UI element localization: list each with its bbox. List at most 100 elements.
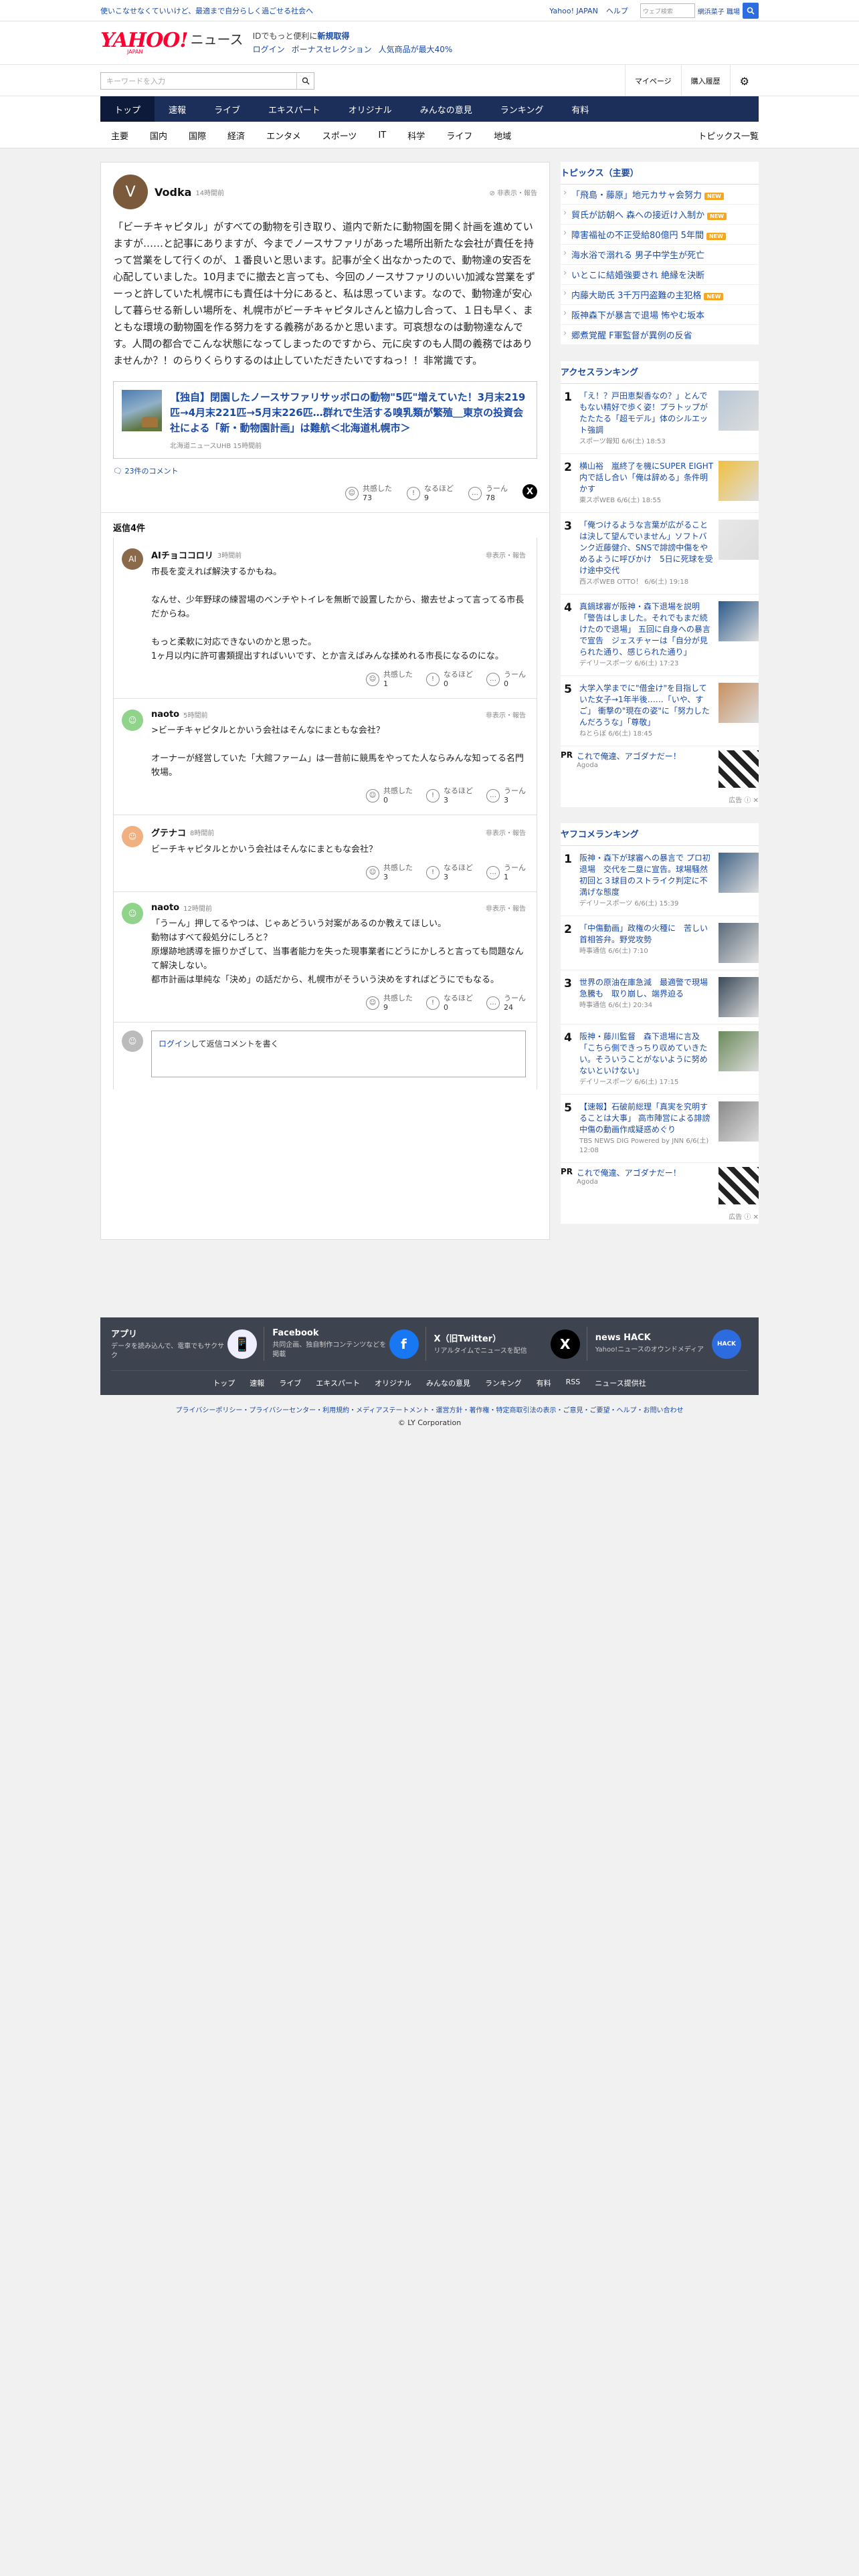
article-card[interactable]: 【独自】閉園したノースサファリサッポロの動物"5匹"増えていた！3月末219匹→…	[113, 381, 537, 459]
reply-report-link[interactable]: 非表示・報告	[486, 903, 526, 913]
username[interactable]: Vodka	[155, 186, 191, 199]
ranking-thumbnail[interactable]	[719, 923, 759, 963]
web-search-input[interactable]: ウェブ検索	[640, 3, 695, 18]
help-link[interactable]: ヘルプ	[606, 5, 628, 16]
uun-button[interactable]: … うーん 78	[468, 484, 508, 503]
ranking-text[interactable]: 横山裕 嵐終了を機にSUPER EIGHT内で話し合い「俺は辞める」条件明かす東…	[575, 461, 719, 506]
naruhodo-button[interactable]: ! なるほど 3	[426, 863, 473, 882]
ranking-item[interactable]: 4 阪神・藤川監督 森下退場に言及「こちら側できっちり収めていきたい。そういうこと…	[561, 1025, 759, 1095]
footer-card-icon[interactable]: HACK	[712, 1329, 741, 1359]
reply-username[interactable]: naoto	[151, 710, 179, 720]
ranking-thumbnail[interactable]	[719, 601, 759, 641]
pr-text[interactable]: これで俺違、アゴダナだー！	[577, 1167, 719, 1178]
ranking-thumbnail[interactable]	[719, 461, 759, 501]
ranking-item[interactable]: 5 【速報】石破前総理「真実を究明することは大事」 高市陣営による誹謗中傷の動画作…	[561, 1095, 759, 1163]
pr-item[interactable]: PR これで俺違、アゴダナだー！ Agoda	[561, 746, 759, 792]
topic-item[interactable]: 「飛島・藤原」地元カサャ会努力NEW	[561, 185, 759, 205]
topic-item[interactable]: 障害福祉の不正受給80億円 5年間NEW	[561, 225, 759, 245]
ranking-title[interactable]: 世界の原油在庫急減 最適警で現場急騰も 取り崩し、端界迫る	[579, 977, 714, 1000]
ranking-title[interactable]: 【速報】石破前総理「真実を究明することは大事」 高市陣営による誹謗中傷の動画作成…	[579, 1101, 714, 1136]
topic-item[interactable]: 内藤大助氏 3千万円盗難の主犯格NEW	[561, 285, 759, 305]
footer-card-title[interactable]: X（旧Twitter）	[434, 1331, 551, 1344]
category-science[interactable]: 科学	[397, 129, 436, 142]
ranking-text[interactable]: 「俺つけるような言葉が広がることは決して望んでいません」ソフトバンク近藤健介、S…	[575, 520, 719, 587]
ranking-title[interactable]: 阪神・森下が球審への暴言で プロ初退場 交代を二塁に宣告。球場騒然 初回と３球目…	[579, 853, 716, 898]
ranking-thumbnail[interactable]	[719, 1031, 759, 1071]
footer-card[interactable]: アプリ データを読み込んで、電車でもサクサク 📱	[111, 1327, 265, 1361]
topic-text[interactable]: 海水浴で溺れる 男子中学生が死亡	[571, 251, 704, 261]
ranking-thumbnail[interactable]	[719, 977, 759, 1017]
footer-link[interactable]: エキスパート	[316, 1378, 360, 1388]
category-entertainment[interactable]: エンタメ	[256, 129, 312, 142]
nav-tab-top[interactable]: トップ	[100, 96, 155, 122]
reply-count[interactable]: 返信4件	[101, 513, 549, 538]
nav-tab-expert[interactable]: エキスパート	[254, 96, 335, 122]
footer-link[interactable]: 速報	[250, 1378, 264, 1388]
footer-link[interactable]: ニュース提供社	[595, 1378, 646, 1388]
footer-link[interactable]: ライブ	[279, 1378, 301, 1388]
reply-report-link[interactable]: 非表示・報告	[486, 710, 526, 720]
ranking-title[interactable]: 真鍋球審が阪神・森下退場を説明「警告はしました。それでもまだ続けたので退場」 五…	[579, 601, 714, 658]
topic-item[interactable]: 海水浴で溺れる 男子中学生が死亡	[561, 245, 759, 265]
footer-card-icon[interactable]: 📱	[227, 1329, 258, 1359]
ranking-thumbnail[interactable]	[719, 683, 759, 723]
footer-link[interactable]: ランキング	[485, 1378, 522, 1388]
empathy-button[interactable]: ☺ 共感した 3	[366, 863, 413, 882]
topic-item[interactable]: 阪神森下が暴言で退場 怖やむ坂本	[561, 305, 759, 325]
login-link[interactable]: ログイン	[253, 45, 285, 54]
ranking-thumbnail[interactable]	[719, 520, 759, 560]
reply-avatar[interactable]: ☺	[122, 826, 143, 847]
reply-avatar[interactable]: ☺	[122, 710, 143, 731]
topic-text[interactable]: いとこに結婚強要され 絶縁を決断	[571, 271, 704, 281]
category-world[interactable]: 国際	[178, 129, 217, 142]
ranking-title[interactable]: 「中傷動画」政権の火種に 苦しい首相答弁。野党攻勢	[579, 923, 714, 946]
ranking-text[interactable]: 【速報】石破前総理「真実を究明することは大事」 高市陣営による誹謗中傷の動画作成…	[575, 1101, 719, 1156]
ranking-item[interactable]: 4 真鍋球審が阪神・森下退場を説明「警告はしました。それでもまだ続けたので退場」 …	[561, 595, 759, 676]
ranking-text[interactable]: 真鍋球審が阪神・森下退場を説明「警告はしました。それでもまだ続けたので退場」 五…	[575, 601, 719, 669]
legal-links[interactable]: プライバシーポリシー・プライバシーセンター・利用規約・メディアステートメント・運…	[100, 1404, 759, 1414]
bonus-link[interactable]: ボーナスセレクション	[292, 45, 372, 54]
nav-tab-breaking[interactable]: 速報	[155, 96, 200, 122]
reply-report-link[interactable]: 非表示・報告	[486, 827, 526, 837]
naruhodo-button[interactable]: ! なるほど 0	[426, 994, 473, 1012]
topic-text[interactable]: 阪神森下が暴言で退場 怖やむ坂本	[571, 311, 704, 321]
reply-username[interactable]: AIチョココロリ	[151, 548, 213, 561]
yahoo-logo[interactable]: YAHOO! JAPAN	[100, 31, 189, 55]
pr-item[interactable]: PR これで俺違、アゴダナだー！ Agoda	[561, 1163, 759, 1208]
topic-text[interactable]: 内藤大助氏 3千万円盗難の主犯格	[571, 291, 701, 301]
category-main[interactable]: 主要	[100, 129, 139, 142]
ranking-title[interactable]: 「え！？戸田恵梨香なの？」とんでもない精好で歩く姿！プラトップがたたたる「超モデ…	[579, 391, 714, 436]
footer-card-title[interactable]: アプリ	[111, 1327, 227, 1339]
purchase-history-link[interactable]: 購入履歴	[680, 65, 730, 97]
ranking-title[interactable]: 阪神・藤川監督 森下退場に言及「こちら側できっちり収めていきたい。そういうことが…	[579, 1031, 714, 1077]
footer-link[interactable]: オリジナル	[375, 1378, 411, 1388]
ad-label[interactable]: 広告 ⓘ ✕	[561, 1208, 759, 1224]
ranking-title[interactable]: 大学入学までに"借金け"を目指していた女子→1年半後……「いや、すご」 衝撃の"…	[579, 683, 714, 728]
ranking-text[interactable]: 「え！？戸田恵梨香なの？」とんでもない精好で歩く姿！プラトップがたたたる「超モデ…	[575, 391, 719, 447]
footer-card[interactable]: news HACK Yahoo!ニュースのオウンドメディア HACK	[595, 1327, 748, 1361]
ranking-text[interactable]: 阪神・藤川監督 森下退場に言及「こちら側できっちり収めていきたい。そういうことが…	[575, 1031, 719, 1087]
topic-item[interactable]: 貿氏が訪朝へ 森への接近け入制かNEW	[561, 205, 759, 225]
empathy-button[interactable]: ☺ 共感した 1	[366, 670, 413, 689]
keyword-input[interactable]: キーワードを入力	[101, 76, 296, 86]
ranking-item[interactable]: 3 世界の原油在庫急減 最適警で現場急騰も 取り崩し、端界迫る 時事通信 6/6(土…	[561, 970, 759, 1025]
register-link[interactable]: 新規取得	[317, 31, 349, 41]
uun-button[interactable]: … うーん 3	[486, 786, 526, 805]
settings-button[interactable]: ⚙	[729, 65, 759, 97]
location-label[interactable]: 網浜菜子 職場	[698, 6, 740, 16]
footer-card[interactable]: X（旧Twitter） リアルタイムでニュースを配信 X	[434, 1327, 587, 1361]
empathy-button[interactable]: ☺ 共感した 9	[366, 994, 413, 1012]
footer-link[interactable]: みんなの意見	[426, 1378, 470, 1388]
footer-link[interactable]: 有料	[537, 1378, 551, 1388]
category-it[interactable]: IT	[367, 130, 397, 140]
footer-card[interactable]: Facebook 共同企画、独自制作コンテンツなどを掲載 f	[272, 1327, 426, 1361]
category-local[interactable]: 地域	[483, 129, 522, 142]
reply-username[interactable]: グテナコ	[151, 826, 186, 839]
popular-link[interactable]: 人気商品が最大40%	[379, 45, 453, 54]
ranking-item[interactable]: 1 「え！？戸田恵梨香なの？」とんでもない精好で歩く姿！プラトップがたたたる「超モ…	[561, 384, 759, 454]
footer-card-title[interactable]: Facebook	[272, 1328, 389, 1338]
uun-button[interactable]: … うーん 1	[486, 863, 526, 882]
article-title[interactable]: 【独自】閉園したノースサファリサッポロの動物"5匹"増えていた！3月末219匹→…	[170, 390, 529, 436]
keyword-search-button[interactable]	[296, 73, 314, 89]
ranking-item[interactable]: 5 大学入学までに"借金け"を目指していた女子→1年半後……「いや、すご」 衝撃の…	[561, 676, 759, 746]
